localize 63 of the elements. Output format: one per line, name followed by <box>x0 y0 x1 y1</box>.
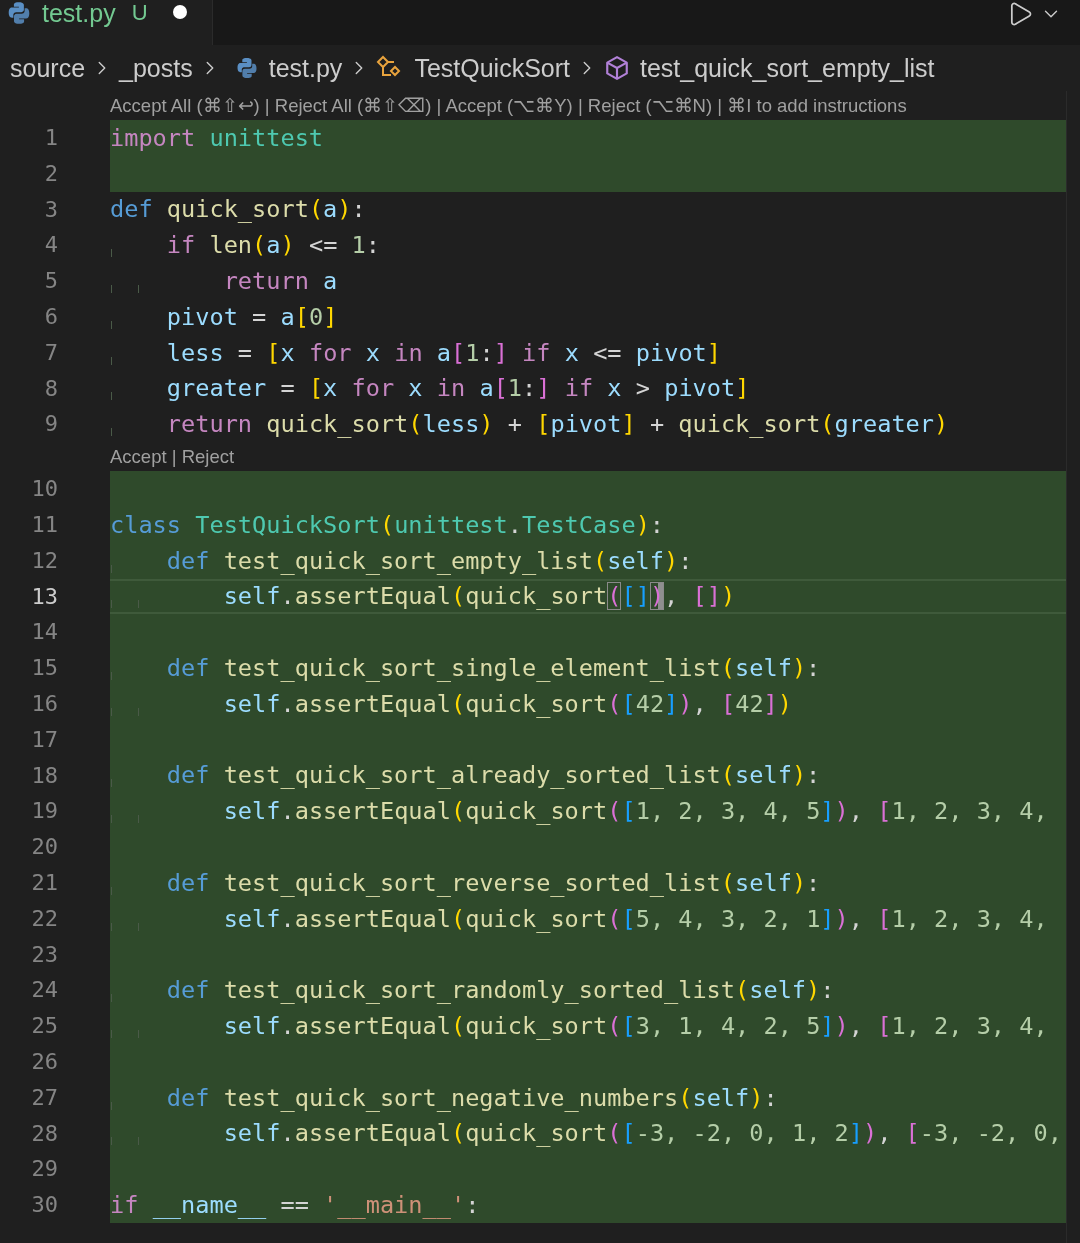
line-number: 3 <box>43 195 59 224</box>
line-number: 28 <box>30 1119 59 1148</box>
line-number: 23 <box>30 940 59 969</box>
code-text: def test_quick_sort_single_element_list(self): <box>110 653 821 684</box>
breadcrumb-item[interactable]: test.py <box>234 53 343 83</box>
code-text: self.assertEqual(quick_sort([-3, -2, 0, 1, 2]), [-3, -2, 0, <box>110 1118 1062 1149</box>
code-lens-actions[interactable]: Accept All (⌘⇧↩) | Reject All (⌘⇧⌫) | Accept (⌥⌘Y) | Reject (⌥⌘N) | ⌘I to add instructions <box>110 94 907 117</box>
line-number: 5 <box>43 267 59 296</box>
breadcrumb-item[interactable]: _posts <box>119 53 193 83</box>
line-number: 22 <box>30 904 59 933</box>
line-number: 30 <box>30 1191 59 1220</box>
code-text: self.assertEqual(quick_sort([3, 1, 4, 2, 5]), [1, 2, 3, 4, <box>110 1011 1048 1041</box>
cube-icon <box>604 55 630 81</box>
python-file-icon <box>6 0 32 26</box>
code-text: def test_quick_sort_already_sorted_list(self): <box>110 760 821 791</box>
line-number: 13 <box>30 582 59 611</box>
line-number: 16 <box>30 689 59 718</box>
code-text: def test_quick_sort_reverse_sorted_list(self): <box>110 867 821 898</box>
line-number: 4 <box>43 231 59 260</box>
line-number: 11 <box>30 510 59 539</box>
line-number: 12 <box>30 546 59 575</box>
line-number: 2 <box>43 159 59 188</box>
file-tab[interactable]: test.py U <box>0 0 213 45</box>
line-number: 9 <box>43 410 59 439</box>
line-number: 8 <box>43 374 59 403</box>
code-text: pivot = a[0] <box>110 301 338 332</box>
line-number: 15 <box>30 654 59 683</box>
code-text: def quick_sort(a): <box>110 194 366 225</box>
line-number: 19 <box>30 797 59 826</box>
breadcrumb-item[interactable]: TestQuickSort <box>376 53 570 83</box>
breadcrumb-item[interactable]: source <box>10 53 86 83</box>
line-number: 24 <box>30 976 59 1005</box>
code-text: return quick_sort(less) + [pivot] + quick_sort(greater) <box>110 409 949 440</box>
line-number: 21 <box>30 868 59 897</box>
code-text: self.assertEqual(quick_sort([42]), [42]) <box>110 688 793 719</box>
line-number: 7 <box>43 338 59 367</box>
line-number: 17 <box>30 725 59 754</box>
code-text: def test_quick_sort_negative_numbers(self): <box>110 1082 778 1113</box>
tab-label: test.py <box>42 0 116 26</box>
code-text: return a <box>110 266 338 297</box>
code-text: class TestQuickSort(unittest.TestCase): <box>110 509 665 540</box>
line-number: 27 <box>30 1083 59 1112</box>
line-number: 26 <box>30 1047 59 1076</box>
code-text: self.assertEqual(quick_sort([5, 4, 3, 2, 1]), [1, 2, 3, 4, <box>110 903 1048 934</box>
line-number: 1 <box>43 124 59 152</box>
line-number: 10 <box>30 475 59 504</box>
code-text: self.assertEqual(quick_sort([1, 2, 3, 4, 5]), [1, 2, 3, 4, <box>110 796 1048 827</box>
line-number: 14 <box>30 618 59 647</box>
breadcrumb-item[interactable]: test_quick_sort_empty_list <box>604 53 935 83</box>
code-text: import unittest <box>110 122 324 153</box>
code-text: if __name__ == '__main__': <box>110 1190 480 1220</box>
code-text: greater = [x for x in a[1:] if x > pivot] <box>110 373 750 404</box>
code-text: def test_quick_sort_randomly_sorted_list(self): <box>110 975 835 1006</box>
line-number: 29 <box>30 1155 59 1184</box>
code-text: less = [x for x in a[1:] if x <= pivot] <box>110 337 721 368</box>
line-number: 25 <box>30 1012 59 1041</box>
line-number: 20 <box>30 833 59 862</box>
code-text: def test_quick_sort_empty_list(self): <box>110 545 693 576</box>
untracked-status: U <box>131 0 148 26</box>
line-number: 18 <box>30 761 59 790</box>
code-lens-actions[interactable]: Accept | Reject <box>110 445 235 468</box>
line-number: 6 <box>43 303 59 331</box>
code-text: if len(a) <= 1: <box>110 230 380 261</box>
